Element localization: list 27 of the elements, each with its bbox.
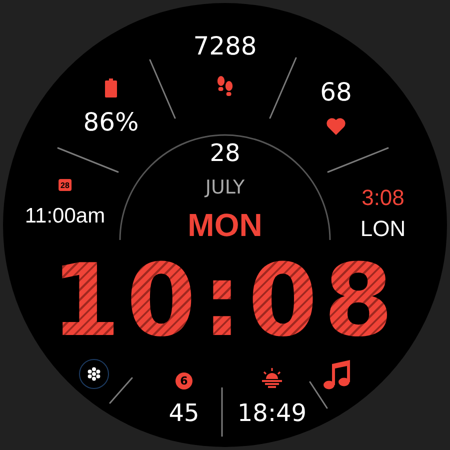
tick-mark <box>327 147 389 173</box>
tick-mark <box>309 381 328 409</box>
heart-icon <box>326 117 346 135</box>
music-note-icon[interactable] <box>323 360 351 390</box>
footprints-icon <box>216 76 234 98</box>
tick-mark <box>109 377 133 404</box>
notification-badge: 6 <box>176 372 192 390</box>
tick-mark <box>269 57 297 119</box>
heart-rate: 68 <box>320 80 352 104</box>
month-label: JULY <box>205 178 245 198</box>
steps-count: 7288 <box>193 34 257 58</box>
event-time: 11:00am <box>24 206 106 226</box>
sunset-icon <box>261 368 283 388</box>
battery-icon <box>105 78 117 98</box>
sunset-time: 18:49 <box>237 401 307 425</box>
calendar-icon: 28 <box>58 179 72 191</box>
battery-level: 86% <box>83 110 139 134</box>
world-clock-time: 3:08 <box>362 187 404 209</box>
notification-count: 45 <box>168 401 200 425</box>
tick-mark <box>221 387 223 437</box>
day-number: 28 <box>210 141 240 165</box>
city-label: LON <box>360 218 406 240</box>
weekday-label: MON <box>188 209 262 241</box>
flower-icon <box>87 367 101 381</box>
apps-button[interactable] <box>79 359 109 389</box>
tick-mark <box>57 147 119 173</box>
tick-mark <box>149 59 176 119</box>
